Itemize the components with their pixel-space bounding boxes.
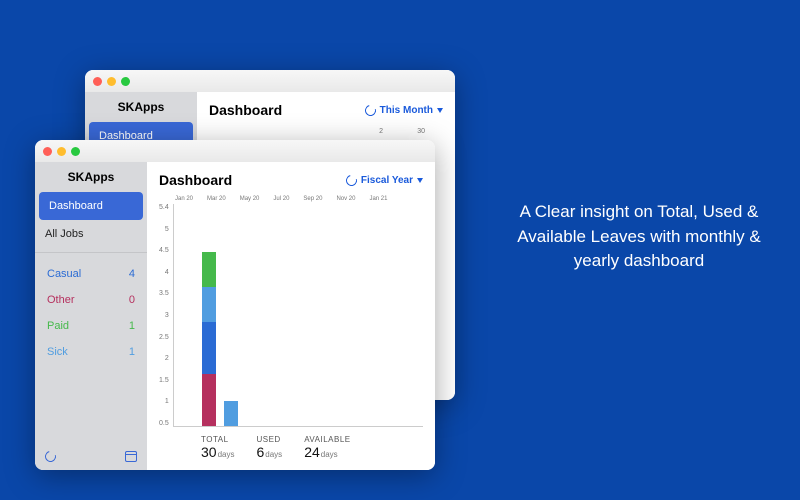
tick-label: 30 (417, 128, 425, 135)
seg-casual (202, 322, 216, 374)
tick-label: 2 (379, 128, 383, 135)
summary-total: TOTAL 30days (201, 435, 234, 460)
calendar-icon[interactable] (125, 451, 137, 462)
chevron-down-icon (417, 178, 423, 183)
leave-name: Sick (47, 346, 68, 358)
sidebar-item-dashboard[interactable]: Dashboard (39, 192, 143, 220)
sidebar-item-all-jobs[interactable]: All Jobs (35, 220, 147, 248)
app-title: SKApps (35, 162, 147, 192)
titlebar-back (85, 70, 455, 92)
leave-row-other[interactable]: Other 0 (35, 287, 147, 313)
minimize-icon[interactable] (57, 147, 66, 156)
leave-row-paid[interactable]: Paid 1 (35, 313, 147, 339)
refresh-icon (344, 172, 359, 187)
chevron-down-icon (437, 108, 443, 113)
leave-name: Paid (47, 320, 69, 332)
seg-sick (224, 401, 238, 426)
window-front: SKApps Dashboard All Jobs Casual 4 Other… (35, 140, 435, 470)
leave-row-casual[interactable]: Casual 4 (35, 261, 147, 287)
summary-used: USED 6days (256, 435, 282, 460)
refresh-icon[interactable] (43, 449, 58, 464)
page-title: Dashboard (209, 102, 282, 118)
x-axis-labels: Jan 20 Mar 20 May 20 Jul 20 Sep 20 Nov 2… (175, 196, 423, 202)
leave-count: 0 (129, 294, 135, 306)
leave-type-list: Casual 4 Other 0 Paid 1 Sick 1 (35, 257, 147, 369)
zoom-icon[interactable] (71, 147, 80, 156)
sidebar-front: SKApps Dashboard All Jobs Casual 4 Other… (35, 162, 147, 470)
close-icon[interactable] (93, 77, 102, 86)
seg-paid (202, 252, 216, 287)
leave-name: Casual (47, 268, 81, 280)
period-label: Fiscal Year (361, 175, 413, 186)
seg-other (202, 374, 216, 426)
page-title: Dashboard (159, 172, 232, 188)
period-selector[interactable]: This Month (365, 105, 443, 116)
divider (35, 252, 147, 253)
leave-row-sick[interactable]: Sick 1 (35, 339, 147, 365)
refresh-icon (363, 102, 378, 117)
bar-may20 (224, 401, 238, 426)
period-label: This Month (380, 105, 433, 116)
summary-row: TOTAL 30days USED 6days AVAILABLE 24days (159, 427, 423, 460)
seg-sick (202, 287, 216, 322)
summary-available: AVAILABLE 24days (304, 435, 350, 460)
close-icon[interactable] (43, 147, 52, 156)
leave-name: Other (47, 294, 75, 306)
promo-text: A Clear insight on Total, Used & Availab… (514, 200, 764, 274)
leave-count: 1 (129, 320, 135, 332)
period-selector[interactable]: Fiscal Year (346, 175, 423, 186)
y-axis-labels: 5.4 5 4.5 4 3.5 3 2.5 2 1.5 1 0.5 (159, 204, 173, 427)
minimize-icon[interactable] (107, 77, 116, 86)
plot-area (173, 204, 423, 427)
chart: 5.4 5 4.5 4 3.5 3 2.5 2 1.5 1 0.5 (159, 204, 423, 427)
leave-count: 4 (129, 268, 135, 280)
app-title: SKApps (85, 92, 197, 122)
bar-mar20 (202, 252, 216, 426)
main-front: Dashboard Fiscal Year Jan 20 Mar 20 May … (147, 162, 435, 470)
zoom-icon[interactable] (121, 77, 130, 86)
titlebar-front (35, 140, 435, 162)
leave-count: 1 (129, 346, 135, 358)
